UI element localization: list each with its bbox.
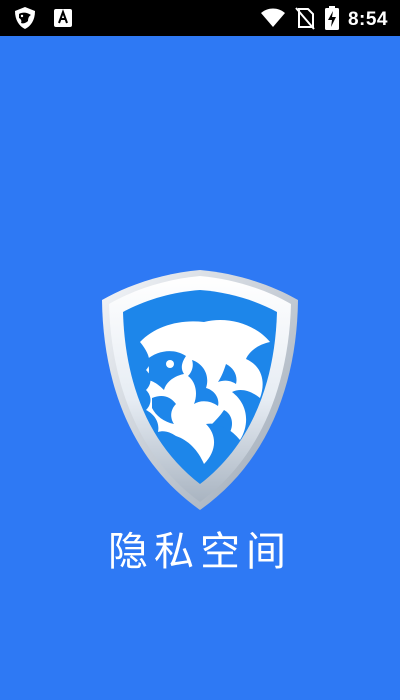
app-name: 隐私空间 <box>108 529 292 575</box>
lion-shield-logo-icon <box>100 264 300 514</box>
battery-charging-icon <box>324 5 340 35</box>
status-bar-notifications <box>12 5 74 35</box>
wifi-icon <box>260 5 286 35</box>
no-sim-icon <box>294 5 316 35</box>
lion-shield-notification-icon <box>12 5 38 35</box>
splash-screen: 隐私空间 <box>0 36 400 700</box>
status-bar-time: 8:54 <box>347 9 388 30</box>
status-bar-system: 8:54 <box>260 5 388 35</box>
font-a-notification-icon <box>52 7 74 33</box>
status-bar: 8:54 <box>0 0 400 36</box>
